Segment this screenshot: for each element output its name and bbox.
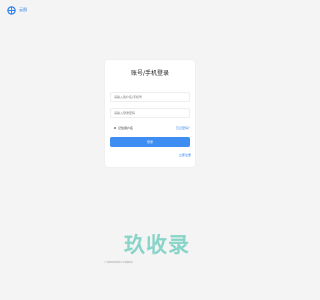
password-placeholder: 请输入登录密码 bbox=[114, 111, 136, 115]
remember-label: 记住用户名 bbox=[118, 126, 134, 130]
footer-copyright: 广东数码科技有限公司 版权所有 bbox=[104, 262, 133, 264]
account-placeholder: 请输入用户名/手机号 bbox=[114, 95, 143, 99]
brand-logo-icon bbox=[7, 5, 16, 15]
brand-name: 云图 bbox=[19, 7, 27, 12]
remember-checkbox[interactable] bbox=[114, 127, 116, 129]
remember-username[interactable]: 记住用户名 bbox=[114, 126, 133, 130]
account-input[interactable]: 请输入用户名/手机号 bbox=[110, 92, 190, 102]
login-page: 云图 账号/手机登录 请输入用户名/手机号 请输入登录密码 记住用户名 忘记密码… bbox=[0, 0, 300, 300]
register-link[interactable]: 立即注册 bbox=[179, 153, 191, 157]
login-card: 账号/手机登录 请输入用户名/手机号 请输入登录密码 记住用户名 忘记密码？ 登… bbox=[105, 60, 195, 167]
login-title: 账号/手机登录 bbox=[130, 70, 170, 77]
brand-header[interactable]: 云图 bbox=[7, 5, 27, 15]
watermark-text: 玖收录 bbox=[124, 233, 190, 257]
login-button[interactable]: 登录 bbox=[110, 137, 190, 147]
password-input[interactable]: 请输入登录密码 bbox=[110, 108, 190, 118]
forgot-password-link[interactable]: 忘记密码？ bbox=[176, 126, 191, 130]
